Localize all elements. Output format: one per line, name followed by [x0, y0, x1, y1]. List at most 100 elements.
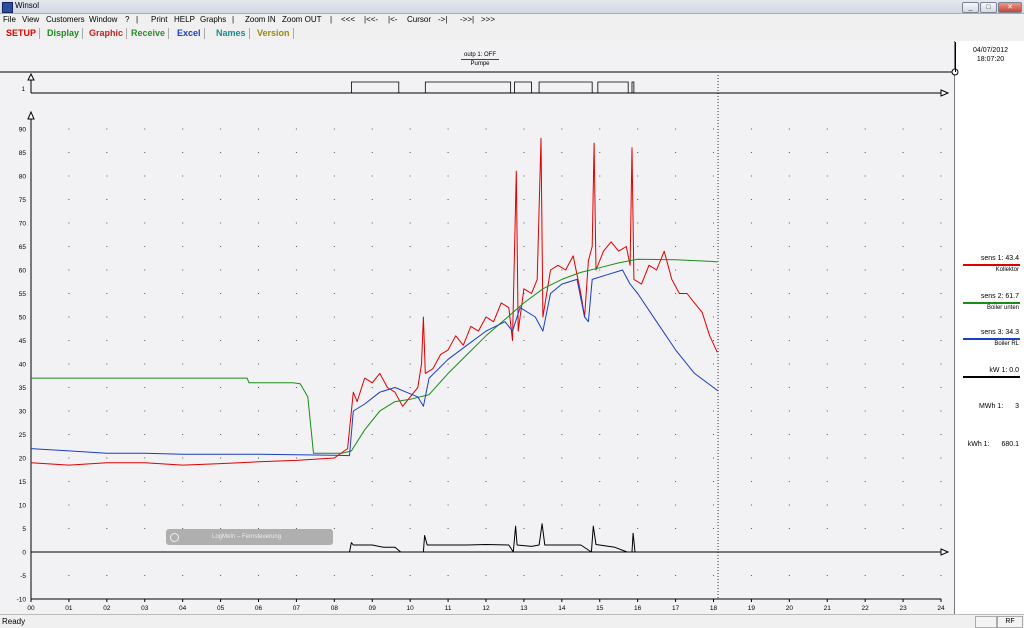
y-tick-label: 85 [19, 150, 27, 157]
grid-dot [788, 363, 790, 365]
grid-dot [333, 387, 335, 388]
grid-dot [940, 551, 942, 553]
toolbar-button-version[interactable]: Version [254, 28, 294, 39]
y-tick-label: 10 [19, 503, 27, 510]
grid-dot [182, 316, 184, 318]
grid-dot [220, 575, 222, 576]
menu-item[interactable]: File [3, 15, 16, 24]
grid-dot [220, 199, 222, 200]
toast-text: LogMeIn – Fernsteuerung [212, 534, 282, 540]
counter-label: MWh 1: 3 [979, 403, 1019, 410]
grid-dot [637, 340, 639, 341]
menu-item[interactable]: |<<- [364, 15, 378, 24]
x-tick-label: 00 [27, 605, 35, 612]
menu-item[interactable]: ? [125, 15, 129, 24]
menu-item[interactable]: View [22, 15, 39, 24]
grid-dot [106, 481, 108, 482]
menu-item[interactable]: Zoom IN [245, 15, 276, 24]
grid-dot [371, 293, 373, 294]
grid-dot [371, 269, 373, 271]
grid-dot [864, 316, 866, 318]
toolbar-button-graphic[interactable]: Graphic [86, 28, 128, 39]
grid-dot [902, 269, 904, 271]
grid-dot [144, 481, 146, 482]
toolbar-button-display[interactable]: Display [44, 28, 84, 39]
grid-dot [561, 528, 563, 529]
toolbar-button-excel[interactable]: Excel [174, 28, 205, 39]
toolbar-button-setup[interactable]: SETUP [3, 28, 41, 39]
menu-item[interactable]: ->| [438, 15, 447, 24]
grid-dot [561, 410, 563, 412]
grid-dot [409, 387, 411, 388]
minimize-button[interactable]: _ [962, 2, 979, 13]
grid-dot [371, 410, 373, 412]
grid-dot [713, 481, 714, 482]
grid-dot [333, 575, 335, 576]
grid-dot [220, 269, 222, 271]
grid-dot [599, 128, 601, 130]
maximize-button[interactable]: □ [980, 2, 997, 13]
grid-dot [182, 175, 184, 177]
grid-dot [68, 222, 70, 224]
grid-dot [713, 222, 714, 224]
grid-dot [258, 434, 259, 435]
grid-dot [599, 528, 601, 529]
grid-dot [68, 598, 70, 600]
grid-dot [295, 551, 297, 553]
grid-dot [940, 387, 942, 388]
grid-dot [561, 575, 563, 576]
grid-dot [788, 152, 790, 153]
menu-item[interactable]: HELP [174, 15, 195, 24]
grid-dot [295, 363, 297, 365]
window-title: Winsol [15, 1, 40, 10]
menu-item[interactable]: <<< [341, 15, 355, 24]
toolbar-button-names[interactable]: Names [213, 28, 250, 39]
grid-dot [258, 363, 259, 365]
grid-dot [675, 269, 677, 271]
counter-value: 3 [1015, 403, 1019, 410]
grid-dot [447, 575, 449, 576]
grid-dot [864, 387, 866, 388]
menu-item[interactable]: >>> [481, 15, 495, 24]
grid-dot [409, 410, 411, 412]
grid-dot [485, 387, 487, 388]
menu-item[interactable]: Cursor [407, 15, 431, 24]
grid-dot [675, 598, 677, 600]
menu-item[interactable]: Customers [46, 15, 85, 24]
grid-dot [447, 340, 449, 341]
menu-item[interactable]: ->>| [460, 15, 474, 24]
logmein-icon [170, 533, 179, 542]
grid-dot [220, 434, 222, 435]
menu-item[interactable]: |<- [388, 15, 397, 24]
grid-dot [333, 504, 335, 506]
grid-dot [826, 246, 828, 247]
legend-value: 43.4 [1005, 255, 1019, 262]
grid-dot [864, 434, 866, 435]
menu-item[interactable]: Print [151, 15, 167, 24]
grid-dot [182, 293, 184, 294]
grid-dot [485, 246, 487, 247]
grid-dot [637, 504, 639, 506]
menu-item[interactable]: Zoom OUT [282, 15, 322, 24]
grid-dot [485, 434, 487, 435]
grid-dot [144, 316, 146, 318]
grid-dot [144, 269, 146, 271]
x-tick-label: 20 [786, 605, 794, 612]
grid-dot [333, 128, 335, 130]
grid-dot [182, 363, 184, 365]
menu-item[interactable]: Graphs [200, 15, 226, 24]
grid-dot [561, 316, 563, 318]
grid-dot [561, 152, 563, 153]
menu-item[interactable]: Window [89, 15, 117, 24]
close-button[interactable]: ✕ [998, 2, 1022, 13]
toolbar-button-receive[interactable]: Receive [128, 28, 170, 39]
grid-dot [220, 222, 222, 224]
grid-dot [144, 199, 146, 200]
y-tick-label: 35 [19, 385, 27, 392]
grid-dot [902, 293, 904, 294]
grid-dot [68, 128, 70, 130]
y-tick-label: -10 [17, 597, 27, 604]
grid-dot [713, 434, 714, 435]
grid-dot [561, 222, 563, 224]
grid-dot [637, 575, 639, 576]
